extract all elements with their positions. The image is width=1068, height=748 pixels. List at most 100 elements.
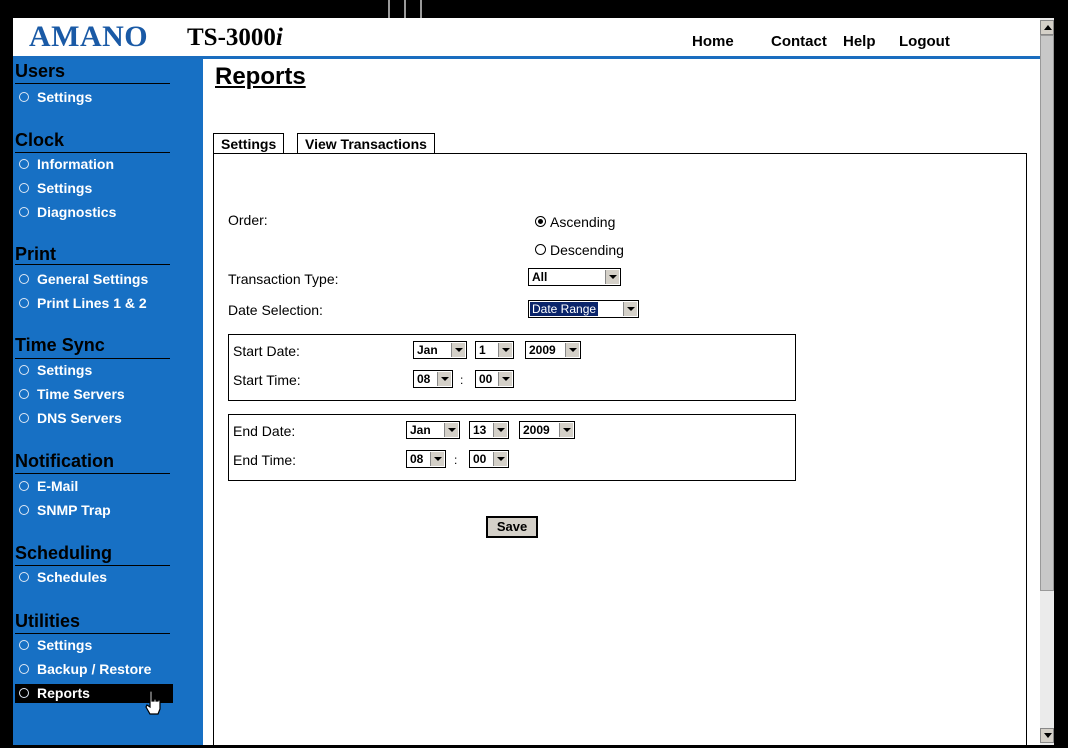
sidebar-item-snmp-trap[interactable]: SNMP Trap — [19, 502, 111, 518]
chevron-down-icon — [623, 302, 637, 316]
radio-ascending[interactable]: Ascending — [535, 214, 615, 230]
select-value: 2009 — [523, 423, 550, 437]
scrollbar-thumb[interactable] — [1040, 35, 1054, 591]
top-strip — [0, 0, 1068, 18]
sidebar-item-email[interactable]: E-Mail — [19, 478, 78, 494]
sidebar-item-time-servers[interactable]: Time Servers — [19, 386, 125, 402]
sidebar-item-label: General Settings — [37, 271, 149, 287]
tab-settings[interactable]: Settings — [213, 133, 285, 154]
chevron-down-icon — [493, 423, 507, 437]
section-rule — [15, 565, 170, 566]
strip-divider — [420, 0, 422, 18]
nav-logout-link[interactable]: Logout — [899, 33, 950, 50]
select-value: 2009 — [529, 343, 556, 357]
radio-unchecked-icon — [535, 244, 546, 255]
chevron-down-icon — [444, 423, 458, 437]
section-title-notification: Notification — [15, 451, 114, 471]
page-title: Reports — [215, 63, 306, 90]
sidebar-item-clock-settings[interactable]: Settings — [19, 180, 92, 196]
nav-help-link[interactable]: Help — [843, 33, 876, 50]
order-label: Order: — [228, 212, 268, 228]
section-rule — [15, 264, 170, 265]
chevron-down-icon — [437, 372, 451, 386]
sidebar-item-label: Settings — [37, 637, 93, 653]
sidebar-item-backup-restore[interactable]: Backup / Restore — [19, 661, 151, 677]
select-value: 08 — [410, 452, 424, 466]
section-rule — [15, 152, 170, 153]
start-date-box: Start Date: Jan 1 2009 Start Time: 08 : … — [228, 334, 796, 401]
date-selection-select[interactable]: Date Range — [528, 300, 639, 318]
section-title-utilities: Utilities — [15, 611, 81, 631]
nav-contact-link[interactable]: Contact — [771, 33, 827, 50]
chevron-down-icon — [493, 452, 507, 466]
tab-view-transactions[interactable]: View Transactions — [297, 133, 435, 154]
select-value: All — [532, 270, 548, 284]
bullet-icon — [19, 389, 29, 400]
sidebar-item-label: Settings — [37, 180, 93, 196]
start-minute-select[interactable]: 00 — [475, 370, 514, 388]
nav-home-link[interactable]: Home — [692, 33, 734, 50]
start-year-select[interactable]: 2009 — [525, 341, 581, 359]
chevron-down-icon — [498, 372, 512, 386]
header: AMANO TS-3000i Home Contact Help Logout — [13, 18, 1053, 57]
sidebar-item-label: Information — [37, 156, 114, 172]
section-rule — [15, 633, 170, 634]
sidebar-item-print-lines[interactable]: Print Lines 1 & 2 — [19, 295, 147, 311]
sidebar-item-utilities-settings[interactable]: Settings — [19, 637, 92, 653]
bullet-icon — [19, 413, 29, 424]
select-value: 00 — [473, 452, 487, 466]
start-day-select[interactable]: 1 — [475, 341, 514, 359]
bullet-icon — [19, 688, 29, 699]
start-hour-select[interactable]: 08 — [413, 370, 453, 388]
sidebar-item-schedules[interactable]: Schedules — [19, 569, 107, 585]
sidebar-item-label: Diagnostics — [37, 204, 117, 220]
browser-content: AMANO TS-3000i Home Contact Help Logout … — [13, 18, 1053, 745]
chevron-down-icon — [498, 343, 512, 357]
radio-checked-icon — [535, 216, 546, 227]
chevron-down-icon — [605, 270, 619, 284]
bullet-icon — [19, 481, 29, 492]
sidebar-item-information[interactable]: Information — [19, 156, 114, 172]
start-time-label: Start Time: — [233, 372, 301, 388]
end-minute-select[interactable]: 00 — [469, 450, 509, 468]
scroll-down-icon[interactable] — [1040, 728, 1054, 743]
scroll-up-icon[interactable] — [1040, 20, 1054, 35]
section-title-time-sync: Time Sync — [15, 335, 105, 355]
sidebar-item-general-settings[interactable]: General Settings — [19, 271, 148, 287]
section-title-scheduling: Scheduling — [15, 543, 113, 563]
end-month-select[interactable]: Jan — [406, 421, 460, 439]
strip-divider — [388, 0, 390, 18]
end-year-select[interactable]: 2009 — [519, 421, 575, 439]
brand-logo: AMANO — [29, 20, 149, 53]
bullet-icon — [19, 640, 29, 651]
sidebar-item-users-settings[interactable]: Settings — [19, 89, 92, 105]
radio-descending-label: Descending — [550, 242, 624, 258]
time-separator: : — [460, 373, 464, 387]
bullet-icon — [19, 92, 29, 103]
sidebar-item-label: DNS Servers — [37, 410, 122, 426]
bullet-icon — [19, 298, 29, 309]
end-day-select[interactable]: 13 — [469, 421, 509, 439]
transaction-type-select[interactable]: All — [528, 268, 621, 286]
strip-divider — [404, 0, 406, 18]
chevron-down-icon — [565, 343, 579, 357]
start-month-select[interactable]: Jan — [413, 341, 467, 359]
sidebar-item-dns-servers[interactable]: DNS Servers — [19, 410, 122, 426]
end-hour-select[interactable]: 08 — [406, 450, 446, 468]
radio-descending[interactable]: Descending — [535, 242, 624, 258]
select-value: Jan — [410, 423, 431, 437]
sidebar-item-label: Backup / Restore — [37, 661, 152, 677]
vertical-scrollbar[interactable] — [1040, 18, 1054, 745]
radio-ascending-label: Ascending — [550, 214, 616, 230]
save-button[interactable]: Save — [486, 516, 538, 538]
sidebar-item-diagnostics[interactable]: Diagnostics — [19, 204, 116, 220]
model-name: TS-3000 — [187, 24, 276, 51]
settings-panel: Order: Ascending Descending Transaction … — [213, 153, 1027, 745]
model-logo: TS-3000i — [187, 24, 283, 52]
sidebar-item-label: Print Lines 1 & 2 — [37, 295, 147, 311]
date-selection-label: Date Selection: — [228, 302, 323, 318]
chevron-down-icon — [451, 343, 465, 357]
sidebar-item-timesync-settings[interactable]: Settings — [19, 362, 92, 378]
end-date-box: End Date: Jan 13 2009 End Time: 08 : 00 — [228, 414, 796, 481]
section-title-users: Users — [15, 61, 66, 81]
